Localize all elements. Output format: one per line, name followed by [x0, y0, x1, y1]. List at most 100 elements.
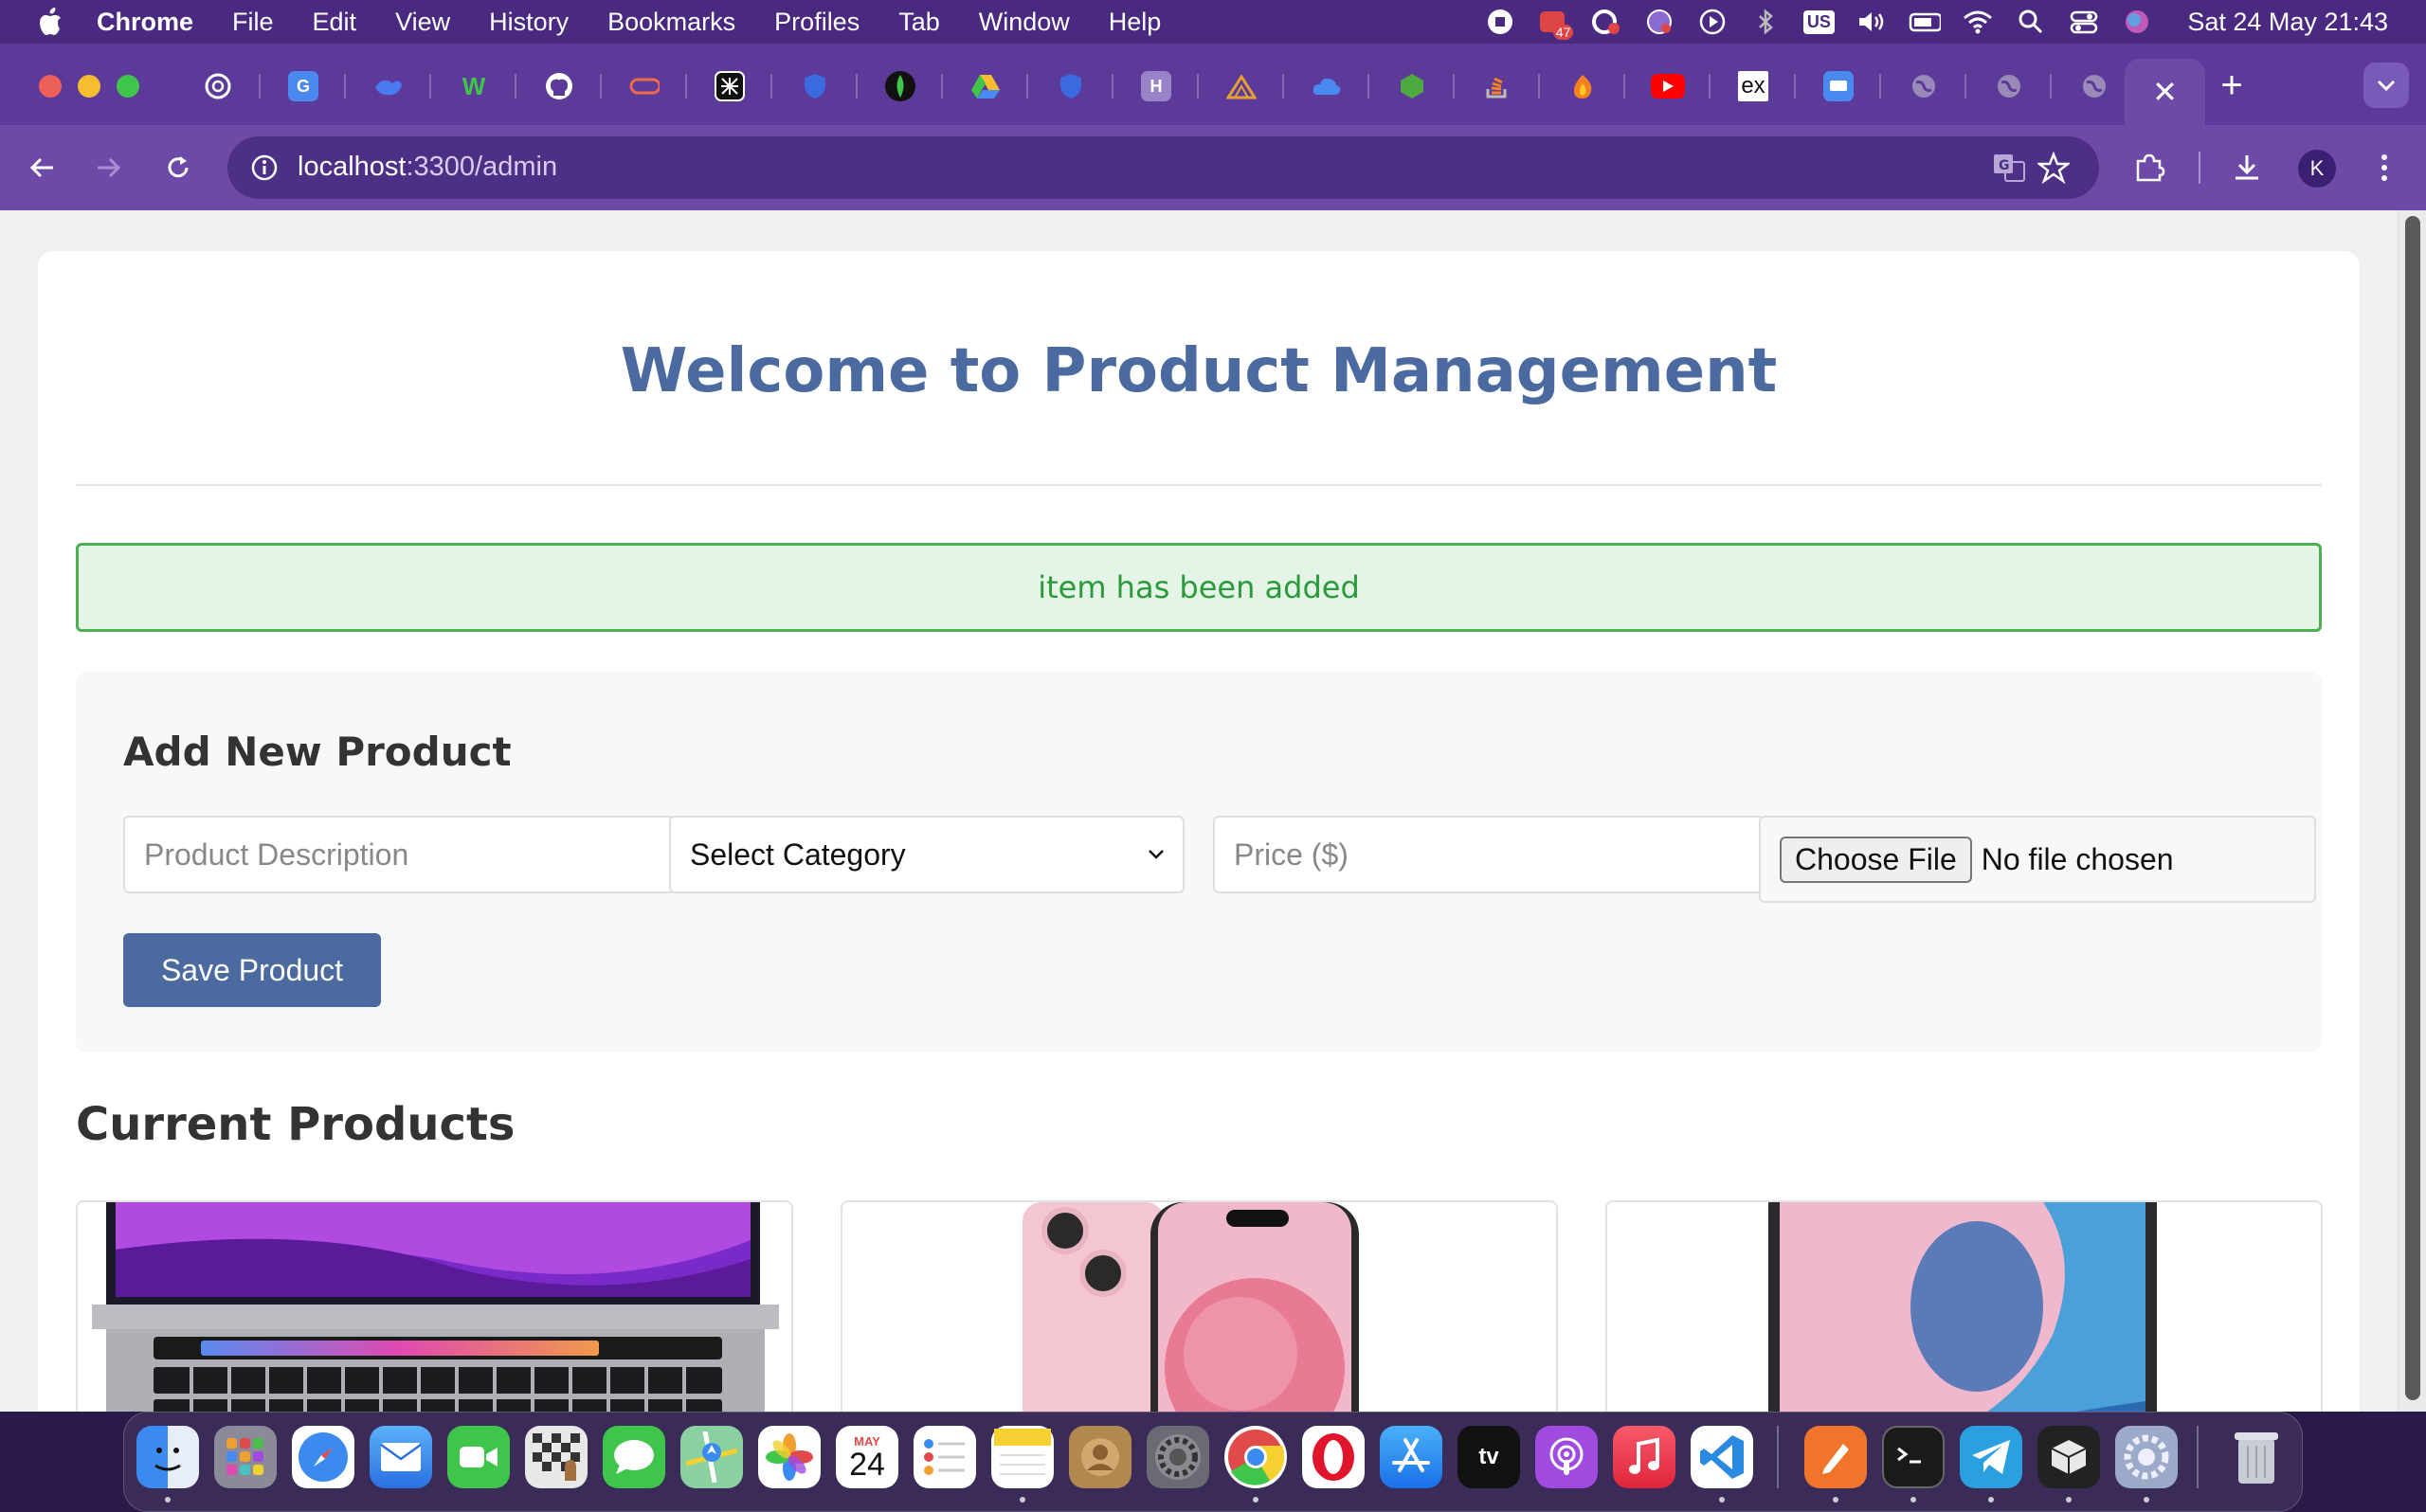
tab-shield-2[interactable] [1028, 63, 1113, 110]
menu-help[interactable]: Help [1109, 8, 1162, 37]
menu-edit[interactable]: Edit [313, 8, 357, 37]
dock-music[interactable] [1613, 1426, 1675, 1488]
tab-w[interactable]: W [431, 63, 516, 110]
volume-icon[interactable] [1856, 6, 1888, 38]
spotlight-icon[interactable] [2015, 6, 2047, 38]
dock-safari[interactable] [292, 1426, 354, 1488]
battery-icon[interactable] [1909, 6, 1942, 38]
notification-badge-icon[interactable]: 47 [1537, 6, 1574, 40]
image-file-input[interactable]: Choose File No file chosen [1759, 816, 2316, 903]
translate-icon[interactable]: G [1992, 151, 2026, 185]
tab-github[interactable] [516, 63, 602, 110]
window-zoom-button[interactable] [117, 75, 139, 98]
active-tab[interactable]: ✕ [2125, 59, 2205, 125]
choose-file-button[interactable]: Choose File [1780, 836, 1972, 883]
product-card[interactable] [1605, 1200, 2323, 1412]
dock-system-settings[interactable] [1147, 1426, 1209, 1488]
window-minimize-button[interactable] [78, 75, 100, 98]
dock-finder[interactable] [136, 1426, 199, 1488]
stop-record-icon[interactable] [1484, 6, 1516, 38]
new-tab-button[interactable]: + [2213, 64, 2251, 106]
bluetooth-off-icon[interactable] [1749, 6, 1782, 38]
dock-launchpad[interactable] [214, 1426, 277, 1488]
extensions-button[interactable] [2128, 147, 2170, 189]
dock-facetime[interactable] [447, 1426, 510, 1488]
menubar-clock[interactable]: Sat 24 May 21:43 [2187, 8, 2388, 37]
dock-contacts[interactable] [1069, 1426, 1132, 1488]
tab-nodejs[interactable] [1369, 63, 1455, 110]
dock-telegram[interactable] [1960, 1426, 2022, 1488]
tab-youtube[interactable] [1625, 63, 1711, 110]
dock-apple-tv[interactable]: tv [1457, 1426, 1520, 1488]
dock-reminders[interactable] [914, 1426, 976, 1488]
menu-window[interactable]: Window [979, 8, 1070, 37]
tab-tree[interactable] [1199, 63, 1284, 110]
menu-profiles[interactable]: Profiles [774, 8, 860, 37]
save-product-button[interactable]: Save Product [123, 933, 381, 1007]
tab-notion[interactable] [687, 63, 772, 110]
tab-globe-2[interactable] [1966, 63, 2052, 110]
forward-button[interactable] [88, 147, 130, 189]
menu-file[interactable]: File [232, 8, 274, 37]
dock-photos[interactable] [758, 1426, 821, 1488]
scrollbar-thumb[interactable] [2405, 216, 2420, 1400]
window-close-button[interactable] [39, 75, 62, 98]
tab-translate[interactable]: G [261, 63, 346, 110]
reload-button[interactable] [157, 147, 199, 189]
dock-chrome[interactable] [1224, 1426, 1287, 1488]
tab-cloud[interactable] [1284, 63, 1369, 110]
site-info-icon[interactable] [250, 153, 279, 182]
menu-view[interactable]: View [395, 8, 450, 37]
url-text[interactable]: localhost:3300/admin [298, 152, 557, 183]
back-button[interactable] [21, 147, 63, 189]
dock-notes[interactable] [991, 1426, 1054, 1488]
play-icon[interactable] [1696, 6, 1729, 38]
siri-icon[interactable] [2121, 6, 2153, 38]
menu-history[interactable]: History [489, 8, 569, 37]
bookmark-star-icon[interactable] [2037, 152, 2070, 184]
apple-menu-icon[interactable] [36, 8, 64, 36]
dock-pen-app[interactable] [1804, 1426, 1867, 1488]
chrome-menu-button[interactable] [2363, 147, 2405, 189]
tab-screen[interactable] [1796, 63, 1881, 110]
page-scrollbar[interactable] [2398, 210, 2426, 1412]
address-bar[interactable]: localhost:3300/admin G [227, 136, 2099, 199]
menu-app-chrome[interactable]: Chrome [97, 8, 193, 37]
keyboard-us-icon[interactable]: US [1802, 6, 1835, 38]
dock-vscode[interactable] [1691, 1426, 1753, 1488]
dock-terminal[interactable] [1882, 1426, 1945, 1488]
dock-box-app[interactable] [2037, 1426, 2100, 1488]
tab-globe-1[interactable] [1881, 63, 1966, 110]
dock-mail[interactable] [370, 1426, 432, 1488]
tab-oval[interactable] [602, 63, 687, 110]
product-card[interactable] [841, 1200, 1558, 1412]
dock-messages[interactable] [603, 1426, 665, 1488]
dock-maps[interactable] [680, 1426, 743, 1488]
price-input[interactable]: Price ($) [1213, 816, 1765, 893]
profile-avatar[interactable]: K [2298, 150, 2336, 188]
tab-stackoverflow[interactable] [1455, 63, 1540, 110]
tab-google-drive[interactable] [943, 63, 1028, 110]
dock-calendar[interactable]: MAY 24 [836, 1426, 898, 1488]
close-tab-icon[interactable]: ✕ [2152, 74, 2178, 110]
dock-utility[interactable] [2115, 1426, 2178, 1488]
tab-chatgpt[interactable] [175, 63, 261, 110]
tab-h[interactable]: H [1113, 63, 1199, 110]
tab-ex[interactable]: ex [1711, 63, 1796, 110]
wifi-icon[interactable] [1962, 6, 1994, 38]
category-select[interactable]: Select Category [669, 816, 1185, 893]
creative-cloud-icon[interactable] [1590, 6, 1622, 38]
product-card[interactable] [76, 1200, 793, 1412]
product-description-input[interactable]: Product Description [123, 816, 675, 893]
privacy-icon[interactable] [1643, 6, 1675, 38]
control-center-icon[interactable] [2068, 6, 2100, 38]
dock-trash[interactable] [2225, 1426, 2288, 1488]
downloads-button[interactable] [2226, 147, 2268, 189]
menu-bookmarks[interactable]: Bookmarks [607, 8, 735, 37]
dock-podcasts[interactable] [1535, 1426, 1598, 1488]
tab-shield-1[interactable] [772, 63, 858, 110]
dock-opera[interactable] [1302, 1426, 1365, 1488]
tab-search-button[interactable] [2363, 63, 2409, 108]
dock-chess[interactable] [525, 1426, 588, 1488]
tab-deepseek[interactable] [346, 63, 431, 110]
